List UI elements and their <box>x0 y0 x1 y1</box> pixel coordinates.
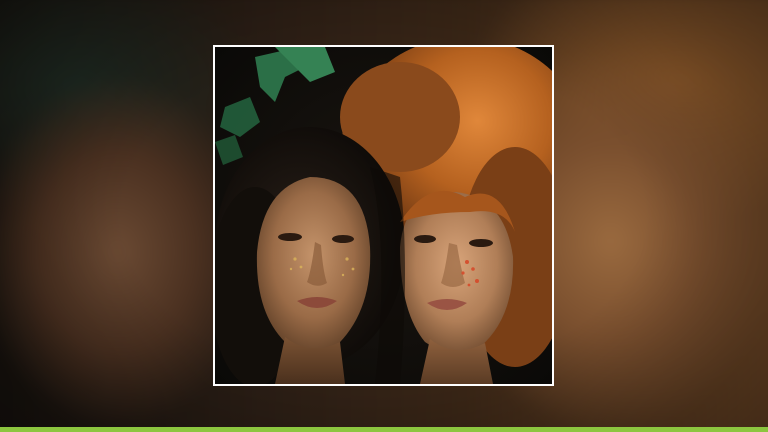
lightbox-stage <box>0 0 768 432</box>
accent-bar <box>0 427 768 432</box>
portrait-photo <box>215 47 552 384</box>
featured-photo[interactable] <box>213 45 554 386</box>
